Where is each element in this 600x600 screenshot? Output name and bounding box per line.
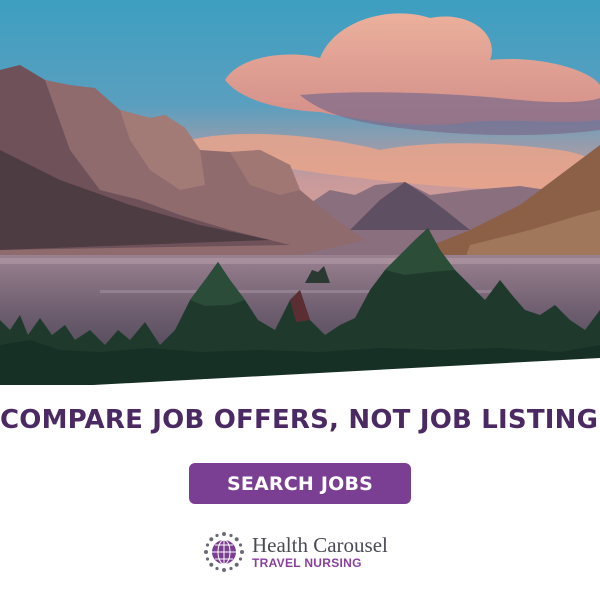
- headline: COMPARE JOB OFFERS, NOT JOB LISTINGS.: [0, 405, 600, 435]
- search-jobs-button[interactable]: SEARCH JOBS: [189, 463, 411, 504]
- mountain-lake-photo: [0, 0, 600, 600]
- brand-tagline: TRAVEL NURSING: [252, 556, 362, 570]
- globe-carousel-icon: [204, 532, 244, 572]
- brand-logo[interactable]: Health Carousel TRAVEL NURSING: [202, 530, 388, 574]
- job-ad-banner[interactable]: COMPARE JOB OFFERS, NOT JOB LISTINGS. SE…: [0, 0, 600, 600]
- brand-name: Health Carousel: [252, 533, 388, 557]
